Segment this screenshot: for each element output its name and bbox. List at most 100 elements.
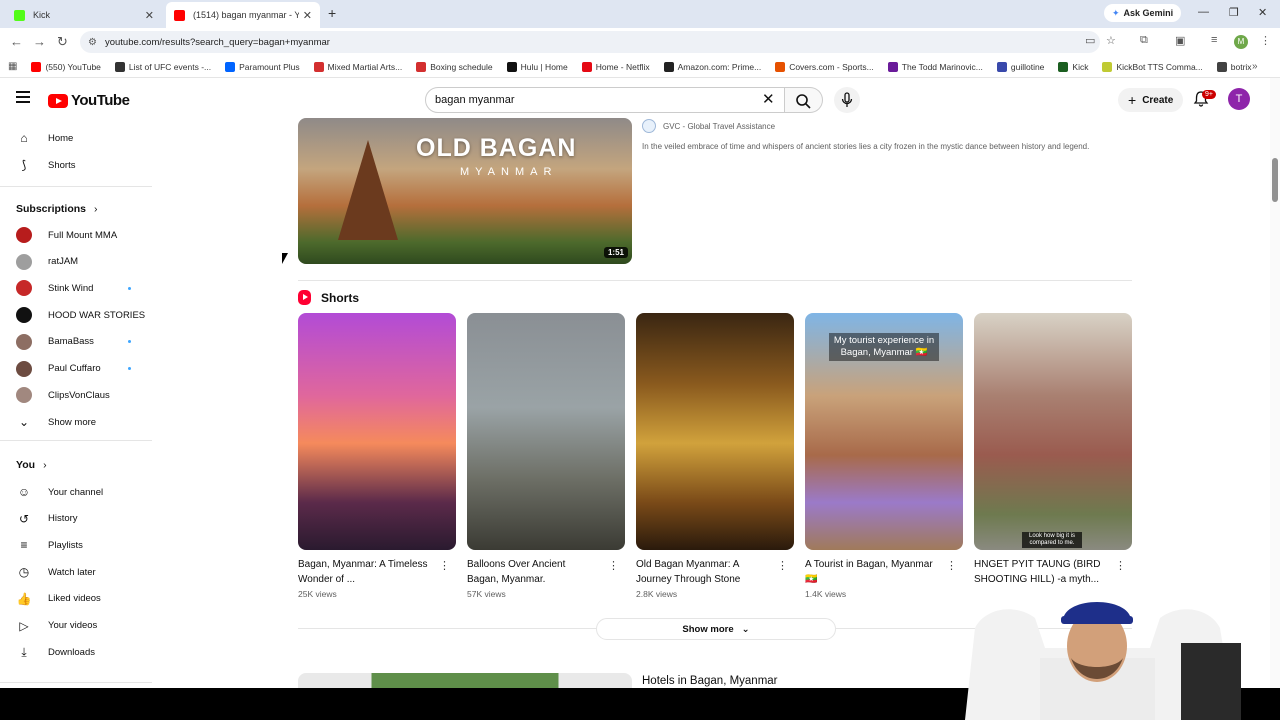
home-icon: ⌂ xyxy=(20,131,28,145)
like-icon: 👍 xyxy=(16,591,32,606)
short-title[interactable]: Balloons Over Ancient Bagan, Myanmar. xyxy=(467,557,597,587)
new-tab-icon[interactable]: + xyxy=(328,5,336,21)
reload-icon[interactable]: ↻ xyxy=(57,34,68,50)
tab-title: (1514) bagan myanmar - YouTube xyxy=(193,10,299,20)
show-more-shorts-button[interactable]: Show more ⌄ xyxy=(596,618,836,640)
page-scrollbar[interactable] xyxy=(1270,78,1280,688)
sidebar-item-subscription[interactable]: Full Mount MMA xyxy=(16,223,146,247)
short-thumbnail[interactable]: Look how big it is compared to me. xyxy=(974,313,1132,550)
clear-search-icon[interactable]: ✕ xyxy=(762,90,775,108)
sidebar-item-your-videos[interactable]: ▷ Your videos xyxy=(16,614,146,638)
sidebar-item-history[interactable]: ↺ History xyxy=(16,507,146,531)
bookmark-star-icon[interactable]: ☆ xyxy=(1106,34,1116,47)
sidebar-item-home[interactable]: ⌂ Home xyxy=(16,126,146,150)
sidebar-item-like[interactable]: 👍 Liked videos xyxy=(16,587,146,611)
short-thumbnail[interactable] xyxy=(298,313,456,550)
bookmark-item[interactable]: Hulu | Home xyxy=(506,61,568,72)
sidebar-item-subscription[interactable]: Paul Cuffaro xyxy=(16,357,146,381)
more-options-icon[interactable]: ⋮ xyxy=(439,559,450,572)
create-button[interactable]: + Create xyxy=(1118,88,1184,112)
bookmark-item[interactable]: The Todd Marinovic... xyxy=(887,61,983,72)
ask-gemini-label: Ask Gemini xyxy=(1123,8,1174,18)
menu-kebab-icon[interactable]: ⋮ xyxy=(1260,34,1271,47)
youtube-logo[interactable]: YouTube xyxy=(48,92,130,109)
short-thumbnail[interactable]: My tourist experience in Bagan, Myanmar … xyxy=(805,313,963,550)
forward-icon[interactable]: → xyxy=(33,34,46,49)
more-options-icon[interactable]: ⋮ xyxy=(777,559,788,572)
short-card[interactable]: My tourist experience in Bagan, Myanmar … xyxy=(805,313,963,599)
short-title[interactable]: HNGET PYIT TAUNG (BIRD SHOOTING HILL) -a… xyxy=(974,557,1104,587)
short-title[interactable]: A Tourist in Bagan, Myanmar 🇲🇲 xyxy=(805,557,935,587)
video-title[interactable]: Hotels in Bagan, Myanmar xyxy=(642,675,778,687)
restore-icon[interactable]: ❐ xyxy=(1229,6,1239,19)
address-bar[interactable]: ⚙ youtube.com/results?search_query=bagan… xyxy=(80,31,1100,53)
sidebar-item-subscription[interactable]: ClipsVonClaus xyxy=(16,383,146,407)
bookmark-item[interactable]: Covers.com - Sports... xyxy=(775,61,874,72)
more-options-icon[interactable]: ⋮ xyxy=(608,559,619,572)
short-title[interactable]: Bagan, Myanmar: A Timeless Wonder of ... xyxy=(298,557,428,587)
bookmark-item[interactable]: Paramount Plus xyxy=(225,61,300,72)
short-title[interactable]: Old Bagan Myanmar: A Journey Through Sto… xyxy=(636,557,766,587)
video-thumbnail[interactable]: OLD BAGAN MYANMAR 1:51 xyxy=(298,118,632,264)
more-bookmarks-icon[interactable]: » xyxy=(1252,61,1258,72)
minimize-icon[interactable]: — xyxy=(1198,6,1209,18)
video-channel[interactable]: GVC - Global Travel Assistance xyxy=(642,119,775,133)
video-thumbnail[interactable] xyxy=(298,673,632,688)
tab-youtube[interactable]: (1514) bagan myanmar - YouTube ✕ xyxy=(166,2,320,28)
bookmark-item[interactable]: (550) YouTube xyxy=(31,61,101,72)
account-avatar[interactable]: T xyxy=(1228,88,1250,110)
voice-search-button[interactable] xyxy=(834,87,860,113)
short-card[interactable]: Bagan, Myanmar: A Timeless Wonder of ...… xyxy=(298,313,456,599)
apps-grid-icon[interactable]: ▦ xyxy=(8,61,17,72)
tab-search-icon[interactable]: ▣ xyxy=(1175,34,1185,47)
window-close-icon[interactable]: ✕ xyxy=(1258,6,1267,19)
ask-gemini-button[interactable]: ✦ Ask Gemini xyxy=(1104,4,1182,22)
back-icon[interactable]: ← xyxy=(10,34,23,49)
install-icon[interactable]: ▭ xyxy=(1085,34,1095,47)
search-button[interactable] xyxy=(785,87,823,113)
bookmark-item[interactable]: Amazon.com: Prime... xyxy=(663,61,761,72)
bookmark-item[interactable]: guillotine xyxy=(996,61,1044,72)
sidebar-item-watch-later[interactable]: ◷ Watch later xyxy=(16,560,146,584)
site-info-icon[interactable]: ⚙ xyxy=(88,37,97,48)
short-card[interactable]: Old Bagan Myanmar: A Journey Through Sto… xyxy=(636,313,794,599)
bookmark-label: Covers.com - Sports... xyxy=(789,61,874,72)
bookmark-item[interactable]: KickBot TTS Comma... xyxy=(1102,61,1203,72)
media-icon[interactable]: ≡ xyxy=(1211,34,1217,46)
short-thumbnail[interactable] xyxy=(467,313,625,550)
short-thumbnail[interactable] xyxy=(636,313,794,550)
sidebar-item-subscription[interactable]: Stink Wind xyxy=(16,276,146,300)
sidebar-item-shorts[interactable]: ⟆ Shorts xyxy=(16,153,146,177)
bookmark-item[interactable]: List of UFC events -... xyxy=(114,61,212,72)
sidebar-item-subscription[interactable]: HOOD WAR STORIES xyxy=(16,303,146,327)
scrollbar-thumb[interactable] xyxy=(1272,158,1278,202)
sidebar-item-channel[interactable]: ☺ Your channel xyxy=(16,480,146,504)
bookmark-item[interactable]: botrix xyxy=(1216,61,1252,72)
close-icon[interactable]: ✕ xyxy=(145,9,154,22)
bookmark-item[interactable]: Kick xyxy=(1058,61,1088,72)
sidebar-item-subscription[interactable]: BamaBass xyxy=(16,330,146,354)
you-heading[interactable]: You › xyxy=(16,459,47,471)
short-card[interactable]: Look how big it is compared to me. HNGET … xyxy=(974,313,1132,589)
bookmark-label: Paramount Plus xyxy=(239,61,300,72)
short-card[interactable]: Balloons Over Ancient Bagan, Myanmar. 57K… xyxy=(467,313,625,599)
sidebar-item-label: History xyxy=(48,513,78,525)
subscriptions-heading[interactable]: Subscriptions › xyxy=(16,203,98,215)
show-more-subscriptions[interactable]: ⌄ Show more xyxy=(16,410,146,434)
more-options-icon[interactable]: ⋮ xyxy=(946,559,957,572)
close-icon[interactable]: ✕ xyxy=(303,9,312,22)
bookmark-label: List of UFC events -... xyxy=(128,61,212,72)
more-options-icon[interactable]: ⋮ xyxy=(1115,559,1126,572)
search-input[interactable]: bagan myanmar xyxy=(425,87,785,113)
bookmark-favicon-icon xyxy=(887,61,898,72)
extensions-icon[interactable]: ⧉ xyxy=(1140,34,1148,47)
bookmark-item[interactable]: Mixed Martial Arts... xyxy=(313,61,402,72)
bookmark-item[interactable]: Home - Netflix xyxy=(581,61,650,72)
hamburger-menu-icon[interactable] xyxy=(16,91,30,103)
sidebar-item-subscription[interactable]: ratJAM xyxy=(16,250,146,274)
tab-kick[interactable]: Kick ✕ xyxy=(6,4,162,26)
sidebar-item-playlists[interactable]: ≡ Playlists xyxy=(16,533,146,557)
profile-avatar[interactable]: M xyxy=(1234,35,1248,49)
bookmark-item[interactable]: Boxing schedule xyxy=(416,61,493,72)
sidebar-item-download[interactable]: ⤓ Downloads xyxy=(16,640,146,664)
